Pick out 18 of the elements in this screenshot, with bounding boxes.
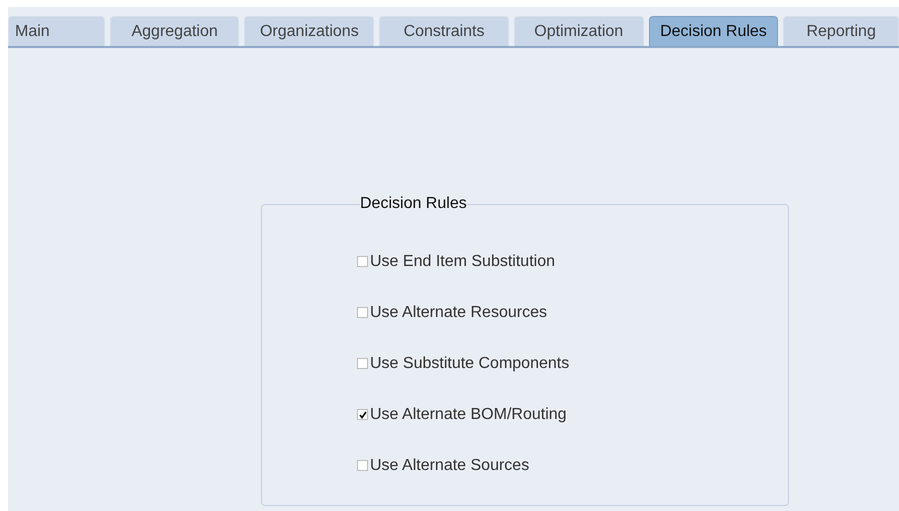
checkbox-label: Use Substitute Components [370,354,570,372]
checkbox[interactable] [357,358,368,369]
checkbox[interactable] [357,409,368,420]
tab[interactable]: Main [8,16,105,46]
tab[interactable]: Organizations [244,16,374,46]
checkbox[interactable] [357,307,368,318]
tab[interactable]: Optimization [514,16,644,46]
checkbox-label: Use Alternate Resources [370,304,547,322]
tab[interactable]: Aggregation [110,16,240,46]
group-title: Decision Rules [360,195,467,213]
checkbox-label: Use End Item Substitution [370,252,555,270]
tab[interactable]: Decision Rules [648,16,778,46]
checkbox-label: Use Alternate Sources [370,456,530,474]
checkbox[interactable] [357,256,368,267]
tab[interactable]: Reporting [783,16,899,46]
checkbox[interactable] [357,460,368,471]
tab[interactable]: Constraints [379,16,509,46]
checkbox-label: Use Alternate BOM/Routing [370,406,567,424]
